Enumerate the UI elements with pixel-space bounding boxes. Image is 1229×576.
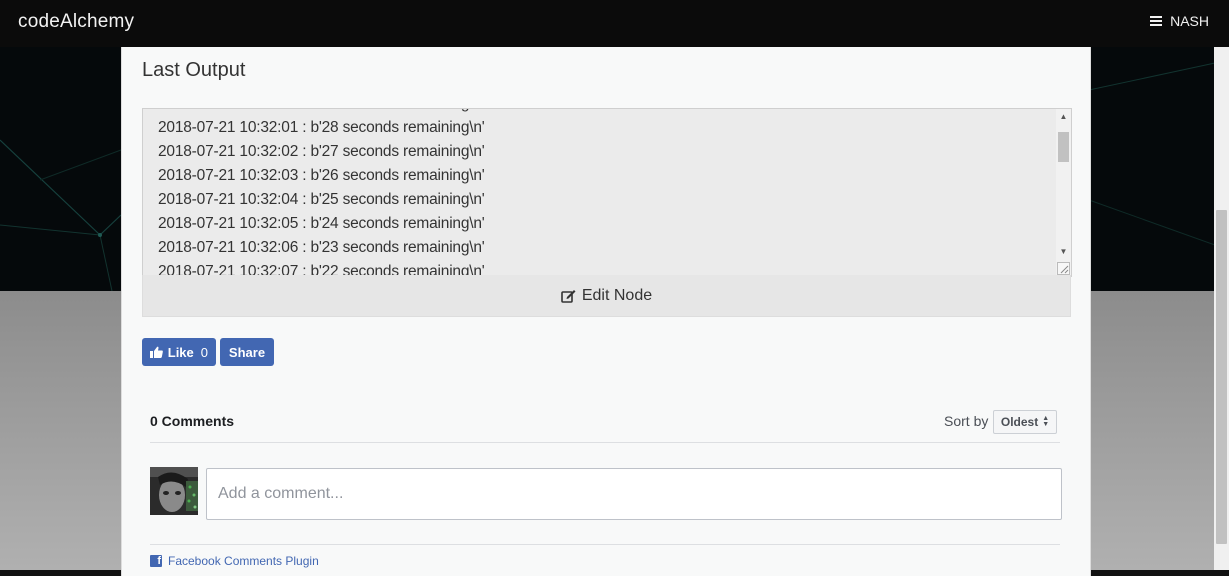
comments-count: 0 Comments [150, 413, 235, 429]
scroll-down-icon[interactable]: ▼ [1056, 245, 1071, 259]
like-count: 0 [200, 344, 208, 360]
output-line: 2018-07-21 10:32:04 : b'25 seconds remai… [158, 191, 485, 208]
comments-divider [150, 442, 1060, 443]
node-modal: Last Output 2018-07-21 10:32:00 : b'29 s… [121, 47, 1091, 576]
hamburger-icon [1150, 16, 1163, 26]
comment-input[interactable]: Add a comment... [206, 468, 1062, 520]
edit-node-label: Edit Node [581, 286, 653, 304]
page-scrollbar-thumb[interactable] [1216, 210, 1227, 544]
page-scrollbar[interactable] [1214, 47, 1229, 570]
output-line: 2018-07-21 10:32:00 : b'29 seconds remai… [158, 109, 485, 116]
modal-title: Last Output [142, 59, 246, 81]
plugin-label: Facebook Comments Plugin [168, 554, 319, 568]
thumbs-up-icon [150, 346, 163, 358]
share-label: Share [228, 344, 266, 360]
output-line: 2018-07-21 10:32:02 : b'27 seconds remai… [158, 143, 485, 160]
brand-logo[interactable]: codeAlchemy [18, 11, 134, 33]
output-textarea[interactable]: 2018-07-21 10:32:00 : b'29 seconds remai… [142, 108, 1072, 277]
menu-button[interactable]: NASH [1150, 13, 1209, 29]
output-scrollbar-thumb[interactable] [1058, 132, 1069, 162]
edit-icon [561, 289, 576, 303]
output-line: 2018-07-21 10:32:03 : b'26 seconds remai… [158, 167, 485, 184]
top-navbar: codeAlchemy NASH [0, 0, 1229, 47]
menu-label: NASH [1170, 13, 1209, 29]
output-line: 2018-07-21 10:32:06 : b'23 seconds remai… [158, 239, 485, 256]
facebook-like-button[interactable]: Like 0 [142, 338, 216, 366]
sort-arrows-icon: ▲ ▼ [1042, 415, 1050, 428]
plugin-divider [150, 544, 1060, 545]
sort-order-select[interactable]: Oldest ▲ ▼ [993, 410, 1057, 434]
sort-value: Oldest [1000, 415, 1039, 429]
facebook-icon: f [150, 555, 162, 567]
edit-node-button[interactable]: Edit Node [142, 275, 1071, 317]
resize-handle-icon[interactable] [1057, 262, 1070, 275]
output-scrollbar[interactable]: ▲ ▼ [1056, 109, 1071, 276]
output-line: 2018-07-21 10:32:05 : b'24 seconds remai… [158, 215, 485, 232]
output-line: 2018-07-21 10:32:01 : b'28 seconds remai… [158, 119, 485, 136]
output-lines: 2018-07-21 10:32:00 : b'29 seconds remai… [158, 109, 485, 276]
facebook-share-button[interactable]: Share [220, 338, 274, 366]
scroll-up-icon[interactable]: ▲ [1056, 110, 1071, 124]
like-label: Like [167, 344, 194, 360]
facebook-comments-plugin-link[interactable]: f Facebook Comments Plugin [150, 554, 319, 568]
sort-label: Sort by [944, 413, 989, 429]
avatar [150, 467, 198, 515]
